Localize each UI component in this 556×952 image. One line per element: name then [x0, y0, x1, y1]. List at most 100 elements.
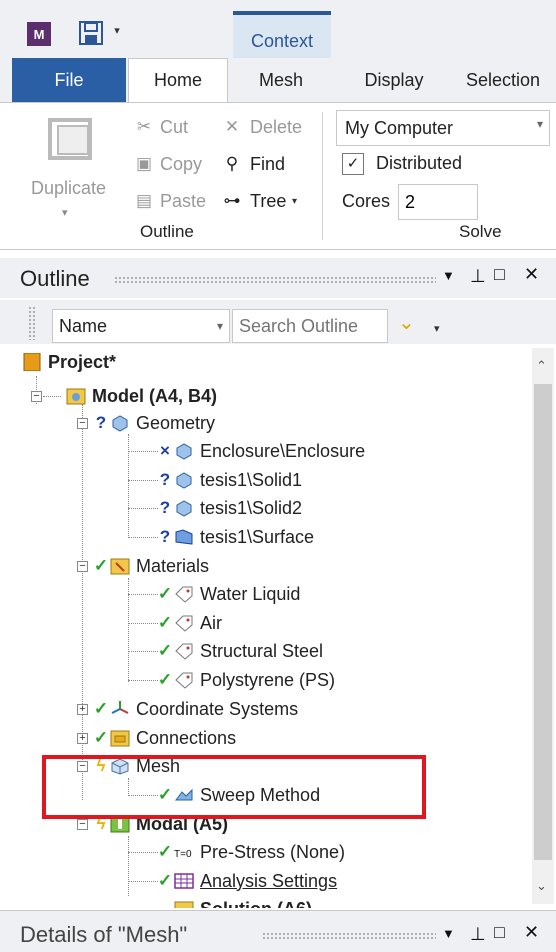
copy-icon: ▣ — [135, 154, 153, 173]
status-ok-icon: ✓ — [157, 842, 173, 861]
status-question-icon: ? — [159, 470, 171, 489]
tab-file[interactable]: File — [12, 58, 126, 102]
tab-display[interactable]: Display — [347, 58, 441, 102]
tree-connector — [128, 852, 158, 853]
tree-dropdown-icon[interactable]: ▾ — [292, 196, 297, 207]
paste-icon: ▤ — [135, 191, 153, 210]
surface-icon — [174, 528, 194, 546]
tree-label: Solution (A6) — [200, 899, 312, 909]
distributed-checkbox[interactable]: ✓ — [342, 153, 364, 175]
filter-type-select[interactable]: Name ▾ — [52, 309, 230, 343]
distributed-label: Distributed — [376, 153, 463, 173]
collapse-icon[interactable]: − — [77, 418, 88, 429]
highlight-box — [42, 755, 426, 819]
tree-item-pre-stress[interactable]: ✓ T=0 Pre-Stress (None) — [156, 838, 345, 866]
tree-item-coordinate-systems[interactable]: ✓ Coordinate Systems — [92, 695, 298, 723]
tree-item-solution[interactable]: Solution (A6) — [156, 895, 312, 908]
duplicate-dropdown-icon[interactable]: ▾ — [62, 206, 68, 219]
tree-item-solid1[interactable]: ? tesis1\Solid1 — [156, 466, 302, 494]
cores-label: Cores — [342, 191, 391, 211]
svg-text:T=0: T=0 — [174, 849, 192, 860]
tree-item-polystyrene[interactable]: ✓ Polystyrene (PS) — [156, 666, 335, 694]
panel-menu-icon[interactable]: ▼ — [442, 926, 455, 941]
tree-item-surface[interactable]: ? tesis1\Surface — [156, 523, 314, 551]
duplicate-button[interactable]: Duplicate — [31, 178, 106, 199]
paste-button[interactable]: Paste — [160, 191, 206, 212]
collapse-icon[interactable]: − — [77, 819, 88, 830]
tree-item-steel[interactable]: ✓ Structural Steel — [156, 637, 323, 665]
details-panel-title: Details of "Mesh" — [20, 922, 188, 947]
tree-item-geometry[interactable]: ? Geometry — [92, 409, 215, 437]
tree-connector — [128, 537, 158, 538]
cores-input[interactable] — [398, 184, 478, 220]
tree-connector — [128, 623, 158, 624]
scrollbar-thumb[interactable] — [534, 384, 552, 860]
quick-access-dropdown-icon[interactable]: ▾ — [110, 24, 124, 38]
status-ok-icon: ✓ — [93, 728, 109, 747]
scroll-down-icon[interactable]: ⌄ — [536, 878, 547, 894]
app-logo-icon: M — [27, 22, 51, 46]
tree-label: tesis1\Solid2 — [200, 497, 303, 518]
tree-connector — [128, 451, 158, 452]
tree-label: Polystyrene (PS) — [200, 669, 336, 690]
tab-home[interactable]: Home — [128, 58, 228, 102]
tree-item-air[interactable]: ✓ Air — [156, 609, 222, 637]
close-icon[interactable]: ✕ — [524, 264, 539, 285]
cut-icon: ✂ — [136, 117, 152, 136]
geometry-icon — [110, 414, 130, 432]
tree-connector — [128, 680, 158, 681]
tree-item-solid2[interactable]: ? tesis1\Solid2 — [156, 494, 302, 522]
tree-item-materials[interactable]: ✓ Materials — [92, 552, 209, 580]
tree-label: Analysis Settings — [200, 870, 338, 891]
group-label-solve: Solve — [459, 222, 502, 241]
tree-item-analysis-settings[interactable]: ✓ Analysis Settings — [156, 867, 337, 895]
maximize-icon[interactable]: □ — [494, 922, 505, 943]
collapse-icon[interactable]: − — [77, 561, 88, 572]
save-icon[interactable] — [78, 20, 104, 46]
tree-connector — [128, 881, 158, 882]
context-tab[interactable]: Context — [233, 11, 331, 58]
tree-label: Project* — [48, 351, 117, 372]
toolbar-grip[interactable] — [28, 306, 36, 340]
status-ok-icon: ✓ — [157, 871, 173, 890]
status-question-icon: ? — [159, 498, 171, 517]
tab-mesh[interactable]: Mesh — [238, 58, 324, 102]
expand-icon[interactable]: + — [77, 733, 88, 744]
close-icon[interactable]: ✕ — [524, 922, 539, 943]
status-ok-icon: ✓ — [93, 556, 109, 575]
tree-button[interactable]: Tree — [250, 191, 286, 212]
tree-item-project[interactable]: Project* — [22, 348, 116, 376]
delete-icon: ✕ — [224, 117, 240, 136]
tree-icon: ⊶ — [223, 191, 241, 210]
search-options-chevron-icon[interactable]: ⌄ — [398, 310, 415, 335]
find-button[interactable]: Find — [250, 154, 285, 175]
pin-icon[interactable]: ⊥ — [470, 266, 486, 287]
search-dropdown-icon[interactable]: ▾ — [434, 322, 440, 335]
status-ok-icon: ✓ — [157, 613, 173, 632]
status-question-icon: ? — [159, 527, 171, 546]
delete-button[interactable]: Delete — [250, 117, 302, 138]
tab-selection[interactable]: Selection — [466, 58, 556, 102]
search-outline-input[interactable] — [232, 309, 388, 343]
status-ok-icon: ✓ — [157, 670, 173, 689]
tree-item-water[interactable]: ✓ Water Liquid — [156, 580, 301, 608]
solution-icon — [174, 900, 194, 908]
coordinate-systems-icon — [110, 700, 130, 718]
tree-item-connections[interactable]: ✓ Connections — [92, 724, 236, 752]
panel-menu-icon[interactable]: ▼ — [442, 268, 455, 283]
tree-label: Pre-Stress (None) — [200, 841, 346, 862]
solve-location-select[interactable]: My Computer ▾ — [336, 110, 550, 146]
scroll-up-icon[interactable]: ⌃ — [536, 358, 547, 374]
copy-button[interactable]: Copy — [160, 154, 202, 175]
maximize-icon[interactable]: □ — [494, 264, 505, 285]
tree-label: Water Liquid — [200, 583, 301, 604]
expand-icon[interactable]: + — [77, 704, 88, 715]
tree-connector — [128, 480, 158, 481]
collapse-icon[interactable]: − — [31, 391, 42, 402]
duplicate-icon[interactable] — [46, 116, 96, 162]
cut-button[interactable]: Cut — [160, 117, 188, 138]
tree-item-model[interactable]: Model (A4, B4) — [66, 382, 217, 410]
pin-icon[interactable]: ⊥ — [470, 924, 486, 945]
tree-item-enclosure[interactable]: × Enclosure\Enclosure — [156, 437, 365, 465]
tree-connector — [43, 396, 61, 397]
